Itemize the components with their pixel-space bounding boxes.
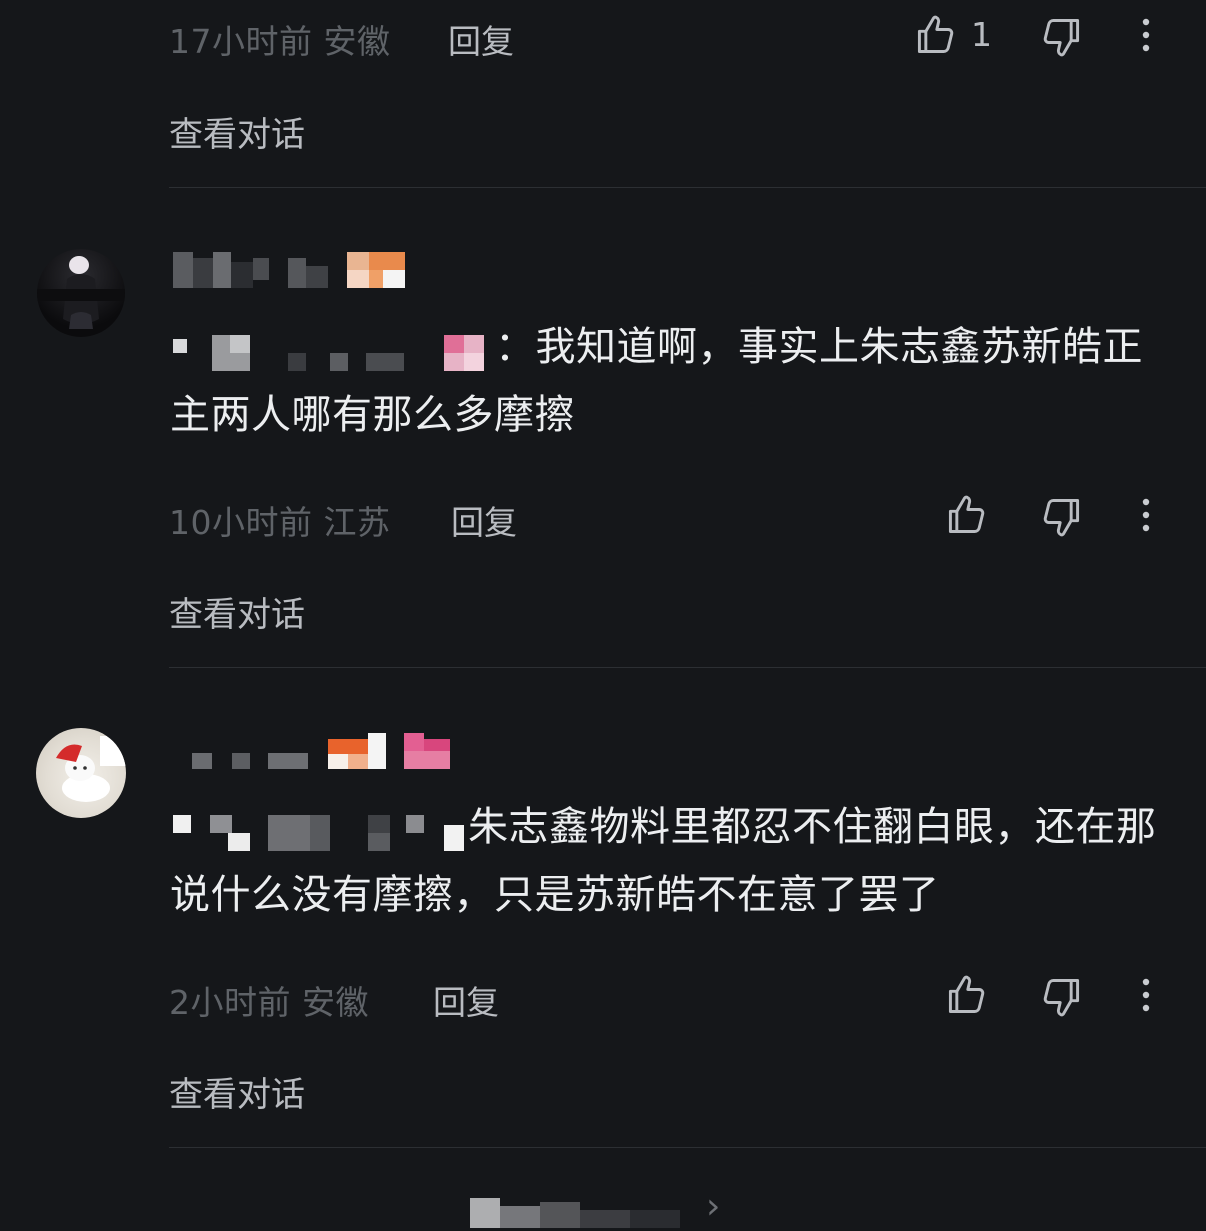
view-conversation-link[interactable]: 查看对话	[169, 587, 305, 636]
more-vertical-icon[interactable]	[1132, 16, 1160, 56]
chevron-right-icon[interactable]: ›	[706, 1186, 720, 1227]
comment-text: 朱志鑫物料里都忍不住翻白眼，还在那说什么没有摩擦，只是苏新皓不在意了罢了	[170, 793, 1170, 929]
divider	[169, 667, 1206, 668]
avatar[interactable]	[37, 249, 125, 337]
comment-time-location: 2小时前 安徽	[169, 983, 369, 1022]
avatar[interactable]	[36, 728, 126, 818]
mention-separator: ：	[495, 324, 536, 370]
thumbs-up-icon[interactable]	[944, 973, 988, 1017]
reply-button[interactable]: 回复	[451, 496, 517, 544]
view-conversation-link[interactable]: 查看对话	[169, 1067, 305, 1116]
divider	[169, 1147, 1206, 1148]
comment-text: ：我知道啊，事实上朱志鑫苏新皓正主两人哪有那么多摩擦	[170, 313, 1170, 449]
username-redacted[interactable]	[192, 733, 457, 769]
more-vertical-icon[interactable]	[1132, 496, 1160, 536]
reply-button[interactable]: 回复	[448, 15, 514, 63]
mention-redacted[interactable]	[170, 331, 495, 371]
divider	[169, 187, 1206, 188]
like-count: 1	[971, 15, 992, 54]
more-vertical-icon[interactable]	[1132, 976, 1160, 1016]
thumbs-down-icon[interactable]	[1040, 15, 1084, 59]
thumbs-down-icon[interactable]	[1040, 975, 1084, 1019]
comment-time-location: 17小时前 安徽	[169, 22, 391, 61]
thumbs-up-icon[interactable]	[944, 493, 988, 537]
redacted-content	[470, 1192, 700, 1228]
mention-redacted[interactable]	[170, 811, 468, 851]
comment-time-location: 10小时前 江苏	[169, 503, 391, 542]
thumbs-down-icon[interactable]	[1040, 495, 1084, 539]
view-conversation-link[interactable]: 查看对话	[169, 107, 305, 156]
thumbs-up-icon[interactable]	[913, 13, 957, 57]
reply-button[interactable]: 回复	[433, 976, 499, 1024]
username-redacted[interactable]	[173, 252, 408, 288]
